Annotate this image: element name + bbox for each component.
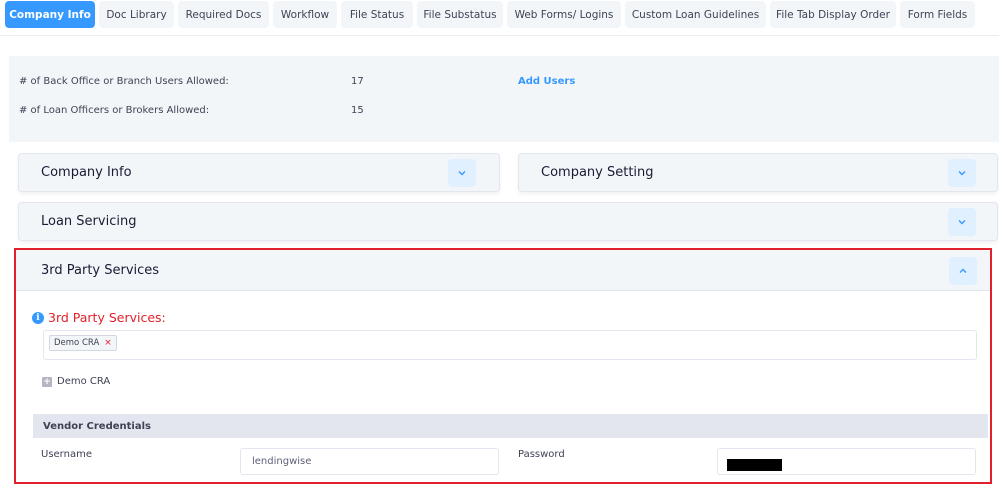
back-office-users-value: 17 (351, 76, 364, 87)
tab-custom-loan-guidelines[interactable]: Custom Loan Guidelines (625, 1, 766, 28)
selected-service-chip: Demo CRA × (49, 335, 117, 351)
redacted-password (727, 459, 782, 471)
password-label: Password (518, 449, 565, 460)
tab-file-substatus[interactable]: File Substatus (417, 1, 503, 28)
tab-doc-library[interactable]: Doc Library (99, 1, 174, 28)
chevron-down-icon[interactable] (948, 208, 976, 236)
loan-servicing-section-header[interactable]: Loan Servicing (18, 202, 998, 241)
tree-item-label: Demo CRA (57, 376, 111, 387)
third-party-label-text: 3rd Party Services: (48, 310, 166, 325)
demo-cra-tree-item[interactable]: + Demo CRA (42, 376, 110, 387)
info-icon[interactable]: i (32, 311, 44, 324)
company-info-section-header[interactable]: Company Info (18, 153, 500, 192)
vendor-credentials-bar: Vendor Credentials (33, 414, 988, 438)
third-party-section-header[interactable]: 3rd Party Services (16, 250, 990, 291)
vendor-credentials-title: Vendor Credentials (43, 420, 151, 432)
loan-officers-label: # of Loan Officers or Brokers Allowed: (19, 105, 210, 116)
chevron-up-icon[interactable] (949, 257, 977, 285)
top-tab-bar: Company Info Doc Library Required Docs W… (0, 0, 999, 36)
add-users-link[interactable]: Add Users (518, 76, 575, 87)
third-party-services-section: 3rd Party Services i 3rd Party Services:… (14, 248, 992, 484)
plus-icon[interactable]: + (42, 376, 52, 387)
username-input[interactable] (240, 448, 499, 475)
tab-form-fields[interactable]: Form Fields (900, 1, 975, 28)
back-office-users-label: # of Back Office or Branch Users Allowed… (19, 76, 229, 87)
chevron-down-icon[interactable] (448, 159, 476, 187)
username-label: Username (41, 449, 92, 460)
tab-file-tab-display-order[interactable]: File Tab Display Order (770, 1, 896, 28)
tab-company-info[interactable]: Company Info (5, 1, 95, 28)
remove-chip-icon[interactable]: × (104, 338, 112, 348)
user-limits-panel: # of Back Office or Branch Users Allowed… (9, 56, 999, 142)
section-title: Company Info (41, 165, 132, 180)
chip-label: Demo CRA (54, 338, 100, 348)
section-title: 3rd Party Services (41, 263, 160, 278)
third-party-services-select[interactable]: Demo CRA × (43, 330, 977, 360)
loan-officers-value: 15 (351, 105, 364, 116)
tab-web-forms-logins[interactable]: Web Forms/ Logins (507, 1, 621, 28)
tab-workflow[interactable]: Workflow (273, 1, 337, 28)
password-input[interactable] (717, 448, 976, 475)
section-title: Company Setting (541, 165, 654, 180)
section-title: Loan Servicing (41, 214, 137, 229)
company-setting-section-header[interactable]: Company Setting (518, 153, 998, 192)
tab-required-docs[interactable]: Required Docs (178, 1, 269, 28)
chevron-down-icon[interactable] (948, 159, 976, 187)
third-party-field-label: i 3rd Party Services: (32, 310, 166, 325)
tab-file-status[interactable]: File Status (341, 1, 413, 28)
